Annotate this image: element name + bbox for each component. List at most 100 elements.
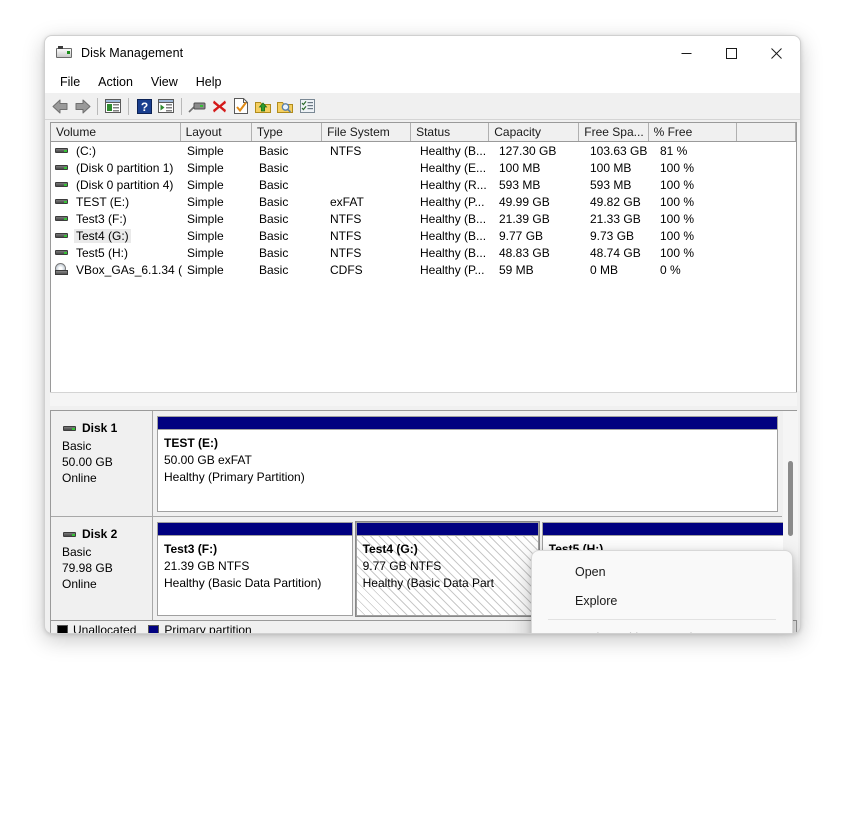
volume-name: Test3 (F:) <box>76 211 127 226</box>
toolbar-separator <box>181 97 182 115</box>
cell-type: Basic <box>259 262 289 277</box>
column-header[interactable]: Capacity <box>489 123 580 141</box>
disk-volume-icon <box>54 195 70 208</box>
disk-partition-bar: TEST (E:) 50.00 GB exFAT Healthy (Primary … <box>153 411 782 517</box>
cell-volume: VBox_GAs_6.1.34 (... <box>51 263 182 277</box>
cell-status: Healthy (B... <box>420 211 487 226</box>
table-row[interactable]: TEST (E:) Simple Basic exFAT Healthy (P... 49… <box>51 193 796 210</box>
menu-separator <box>548 619 776 620</box>
cell-free-space: 593 MB <box>590 177 632 192</box>
cd-rom-icon <box>54 263 70 276</box>
disk-drive-icon <box>56 45 72 61</box>
cell-file-system: NTFS <box>330 211 362 226</box>
cell-type: Basic <box>259 143 289 158</box>
table-row[interactable]: Test3 (F:) Simple Basic NTFS Healthy (B... 21… <box>51 210 796 227</box>
cell-status: Healthy (P... <box>420 194 485 209</box>
table-row[interactable]: (Disk 0 partition 4) Simple Basic Healthy (… <box>51 176 796 193</box>
title-bar: Disk Management <box>45 36 800 70</box>
cell-layout: Simple <box>187 160 224 175</box>
export-list-icon[interactable] <box>252 95 274 117</box>
partition-context-menu: OpenExploreMark Partition as ActiveChang… <box>531 550 793 633</box>
cell-layout: Simple <box>187 194 224 209</box>
table-row[interactable]: Test4 (G:) Simple Basic NTFS Healthy (B... 9.… <box>51 227 796 244</box>
back-icon[interactable] <box>49 95 71 117</box>
table-row[interactable]: (C:) Simple Basic NTFS Healthy (B... 127.30 G… <box>51 142 796 159</box>
partition-size-fs: 50.00 GB exFAT <box>164 453 252 467</box>
legend-label-primary: Primary partition <box>164 623 252 634</box>
minimize-button[interactable] <box>664 37 709 69</box>
disk-state: Online <box>62 471 97 485</box>
menu-help[interactable]: Help <box>187 72 231 92</box>
disk-info[interactable]: Disk 2 Basic 79.98 GB Online <box>51 517 153 620</box>
menu-file[interactable]: File <box>51 72 89 92</box>
cell-layout: Simple <box>187 143 224 158</box>
cell-percent-free: 0 % <box>660 262 681 277</box>
cell-file-system: NTFS <box>330 143 362 158</box>
cell-layout: Simple <box>187 262 224 277</box>
disk-info[interactable]: Disk 1 Basic 50.00 GB Online <box>51 411 153 517</box>
cell-volume: (Disk 0 partition 4) <box>51 178 182 192</box>
cell-free-space: 100 MB <box>590 160 632 175</box>
partition-capacity-bar <box>356 523 538 536</box>
cell-capacity: 127.30 GB <box>499 143 557 158</box>
view-options-icon[interactable] <box>296 95 318 117</box>
column-header[interactable]: Layout <box>181 123 252 141</box>
cell-capacity: 9.77 GB <box>499 228 544 243</box>
menu-bar: File Action View Help <box>45 70 800 93</box>
column-header[interactable]: Status <box>411 123 490 141</box>
help-icon[interactable]: ? <box>133 95 155 117</box>
partition-block[interactable]: TEST (E:) 50.00 GB exFAT Healthy (Primary … <box>157 416 778 512</box>
volume-list-hscrollbar[interactable] <box>50 392 797 406</box>
table-row[interactable]: VBox_GAs_6.1.34 (... Simple Basic CDFS Healt… <box>51 261 796 278</box>
search-folder-icon[interactable] <box>274 95 296 117</box>
cell-status: Healthy (B... <box>420 228 487 243</box>
table-row[interactable]: Test5 (H:) Simple Basic NTFS Healthy (B... 48… <box>51 244 796 261</box>
menu-item-explore[interactable]: Explore <box>539 587 785 615</box>
cell-volume: Test3 (F:) <box>51 212 182 226</box>
disk-row: Disk 1 Basic 50.00 GB Online TEST (E:) 50.00 … <box>51 411 782 517</box>
column-header[interactable]: % Free <box>649 123 737 141</box>
table-row[interactable]: (Disk 0 partition 1) Simple Basic Healthy (… <box>51 159 796 176</box>
rescan-disks-icon[interactable] <box>186 95 208 117</box>
partition-status: Healthy (Basic Data Part <box>362 576 494 590</box>
volume-list-panel: Volume Layout Type File System Status Capacit… <box>50 122 797 405</box>
partition-size-fs: 21.39 GB NTFS <box>164 559 250 573</box>
disk-type: Basic <box>62 439 92 453</box>
forward-icon[interactable] <box>71 95 93 117</box>
menu-action[interactable]: Action <box>89 72 142 92</box>
show-hide-action-pane-icon[interactable] <box>155 95 177 117</box>
partition-capacity-bar <box>158 523 352 536</box>
show-hide-console-tree-icon[interactable] <box>102 95 124 117</box>
maximize-button[interactable] <box>709 37 754 69</box>
partition-name: Test4 (G:) <box>362 542 418 556</box>
cell-free-space: 48.74 GB <box>590 245 641 260</box>
window-title: Disk Management <box>81 46 184 60</box>
partition-block[interactable]: Test4 (G:) 9.77 GB NTFS Healthy (Basic Dat… <box>354 521 540 617</box>
cell-status: Healthy (P... <box>420 262 485 277</box>
cell-status: Healthy (B... <box>420 245 487 260</box>
cell-type: Basic <box>259 194 289 209</box>
cell-free-space: 21.33 GB <box>590 211 641 226</box>
cell-percent-free: 100 % <box>660 177 695 192</box>
cell-capacity: 48.83 GB <box>499 245 550 260</box>
column-header[interactable]: Volume <box>51 123 181 141</box>
column-header[interactable]: File System <box>322 123 412 141</box>
column-header[interactable]: Free Spa... <box>579 123 649 141</box>
properties-icon[interactable] <box>230 95 252 117</box>
menu-view[interactable]: View <box>142 72 187 92</box>
delete-icon[interactable] <box>208 95 230 117</box>
volume-name: VBox_GAs_6.1.34 (... <box>76 262 182 277</box>
close-button[interactable] <box>754 37 799 69</box>
menu-item-open[interactable]: Open <box>539 558 785 586</box>
cell-volume: Test5 (H:) <box>51 246 182 260</box>
volume-list-scrollbar[interactable] <box>797 123 800 391</box>
partition-block[interactable]: Test3 (F:) 21.39 GB NTFS Healthy (Basic Da… <box>157 522 353 616</box>
cell-percent-free: 100 % <box>660 194 695 209</box>
legend-swatch-primary <box>148 624 160 633</box>
column-header[interactable] <box>737 123 796 141</box>
disk-volume-icon <box>54 144 70 157</box>
cell-type: Basic <box>259 160 289 175</box>
column-header[interactable]: Type <box>252 123 323 141</box>
cell-layout: Simple <box>187 177 224 192</box>
toolbar: ? <box>45 93 800 120</box>
